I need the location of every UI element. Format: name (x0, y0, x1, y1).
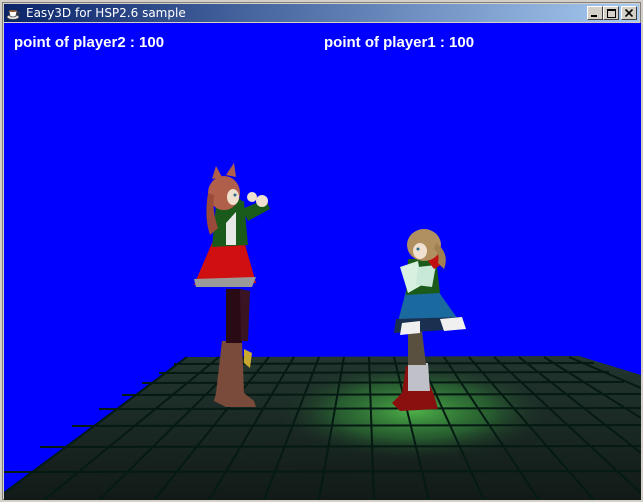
window-controls (587, 6, 637, 20)
game-viewport[interactable]: point of player2 : 100 point of player1 … (4, 23, 641, 500)
minimize-button[interactable] (587, 6, 603, 20)
game-scene (4, 163, 641, 500)
minimize-icon (591, 15, 597, 17)
window-title: Easy3D for HSP2.6 sample (26, 6, 186, 20)
app-window: Easy3D for HSP2.6 sample point of player… (0, 0, 643, 502)
player2-score: point of player2 : 100 (14, 34, 165, 51)
close-icon (625, 9, 633, 17)
arena-floor (4, 356, 641, 500)
maximize-icon (606, 8, 616, 18)
maximize-button[interactable] (603, 6, 619, 20)
teacup-app-icon[interactable] (6, 5, 22, 21)
close-button[interactable] (621, 6, 637, 20)
player1-score: point of player1 : 100 (324, 34, 475, 51)
title-bar[interactable]: Easy3D for HSP2.6 sample (4, 4, 639, 22)
